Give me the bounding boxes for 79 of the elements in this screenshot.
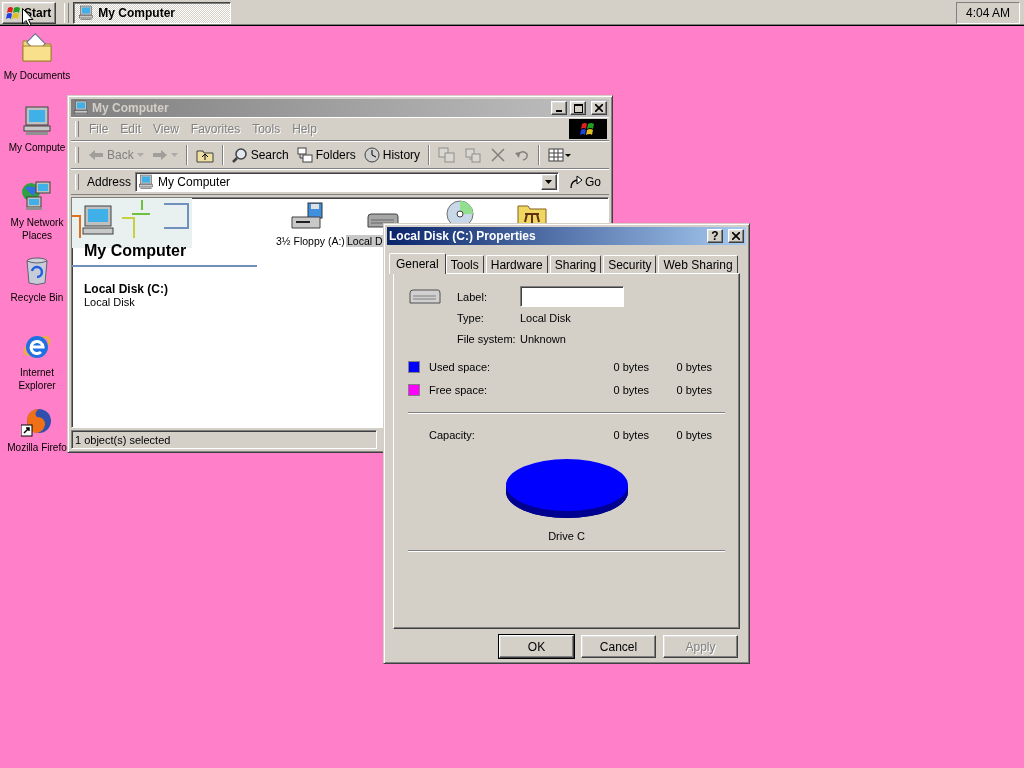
taskbar-button[interactable]: My Computer (73, 1, 232, 24)
caret-icon (136, 153, 144, 157)
caret-icon (170, 153, 178, 157)
close-button[interactable] (728, 229, 744, 243)
desktop-icon-label[interactable]: My Network Places (4, 216, 70, 242)
drive-label[interactable]: Local D (346, 235, 384, 247)
go-arrow-icon (569, 175, 583, 189)
address-label: Address (87, 175, 132, 189)
network-computers-icon (21, 180, 53, 212)
status-bar: 1 object(s) selected (71, 430, 377, 449)
search-icon (231, 147, 248, 163)
history-clock-icon (363, 147, 380, 163)
bytes-value: 0 bytes (612, 383, 649, 396)
field-label: File system: (457, 331, 517, 347)
move-to-icon (438, 147, 457, 163)
up-folder-icon (195, 147, 214, 163)
tab[interactable]: Hardware (485, 255, 548, 273)
clock: 4:04 AM (956, 1, 1020, 24)
delete-icon (490, 147, 507, 163)
desktop-icon-label[interactable]: My Compute (8, 141, 66, 154)
windows-flag-icon (6, 4, 22, 21)
minimize-button[interactable] (551, 101, 567, 115)
tab[interactable]: Security (603, 255, 657, 273)
hard-disk-icon (408, 286, 442, 307)
field-label: Label: (457, 290, 488, 303)
search-button[interactable]: Search (228, 145, 292, 165)
space-label: Free space: (429, 383, 489, 396)
help-button[interactable]: ? (707, 229, 723, 243)
folder-icon (21, 33, 53, 65)
size-value: 0 bytes (675, 428, 712, 441)
close-button[interactable] (591, 101, 607, 115)
close-icon (732, 232, 740, 240)
dialog-title: Local Disk (C:) Properties (389, 229, 537, 243)
computer-icon (21, 105, 53, 137)
drive-caption: Drive C (548, 530, 585, 542)
selected-item-type: Local Disk (83, 296, 136, 308)
size-value: 0 bytes (675, 383, 712, 396)
maximize-button[interactable] (570, 101, 586, 115)
go-button[interactable]: Go (563, 175, 607, 189)
caret-icon (545, 180, 553, 184)
computer-icon (73, 100, 89, 116)
field-label: Type: (457, 310, 485, 326)
forward-arrow-icon (151, 147, 168, 163)
field-value: Unknown (520, 332, 567, 345)
desktop-icon-label[interactable]: Recycle Bin (10, 291, 64, 304)
computer-icon (138, 174, 155, 190)
desktop-icon-label[interactable]: Internet Explorer (4, 366, 70, 392)
tab[interactable]: Sharing (549, 255, 602, 273)
floppy-drive-icon (290, 202, 324, 232)
maximize-icon (573, 103, 583, 113)
bytes-value: 0 bytes (612, 360, 649, 373)
selected-item-name: Local Disk (C:) (83, 282, 169, 296)
bytes-value: 0 bytes (612, 428, 649, 441)
dialog-button[interactable]: Cancel (581, 635, 656, 658)
label-input-field[interactable] (520, 286, 624, 307)
tab[interactable]: Tools (445, 255, 484, 273)
folders-icon (296, 147, 313, 163)
window-title: My Computer (92, 101, 170, 115)
views-grid-icon (548, 147, 573, 163)
windows-flag-icon (580, 121, 596, 137)
size-value: 0 bytes (675, 360, 712, 373)
field-value: Local Disk (520, 311, 572, 324)
dropdown-button[interactable] (541, 174, 557, 190)
space-label: Used space: (429, 360, 492, 373)
copy-to-icon (464, 147, 483, 163)
desktop-icon-label[interactable]: My Documents (3, 69, 71, 82)
close-icon (595, 104, 603, 112)
computer-icon (78, 4, 95, 21)
history-button[interactable]: History (360, 145, 424, 165)
tab[interactable]: Web Sharing (658, 255, 738, 273)
folders-button[interactable]: Folders (293, 145, 359, 165)
tab[interactable]: General (389, 253, 446, 274)
capacity-label: Capacity: (429, 428, 476, 441)
pane-title: My Computer (83, 242, 188, 260)
desktop-icon-label[interactable]: Mozilla Firefo (7, 441, 67, 454)
address-field[interactable]: My Computer (135, 172, 559, 192)
dialog-button[interactable]: OK (499, 635, 574, 658)
back-arrow-icon (88, 147, 104, 163)
drive-label[interactable]: 3½ Floppy (A:) (275, 235, 346, 247)
